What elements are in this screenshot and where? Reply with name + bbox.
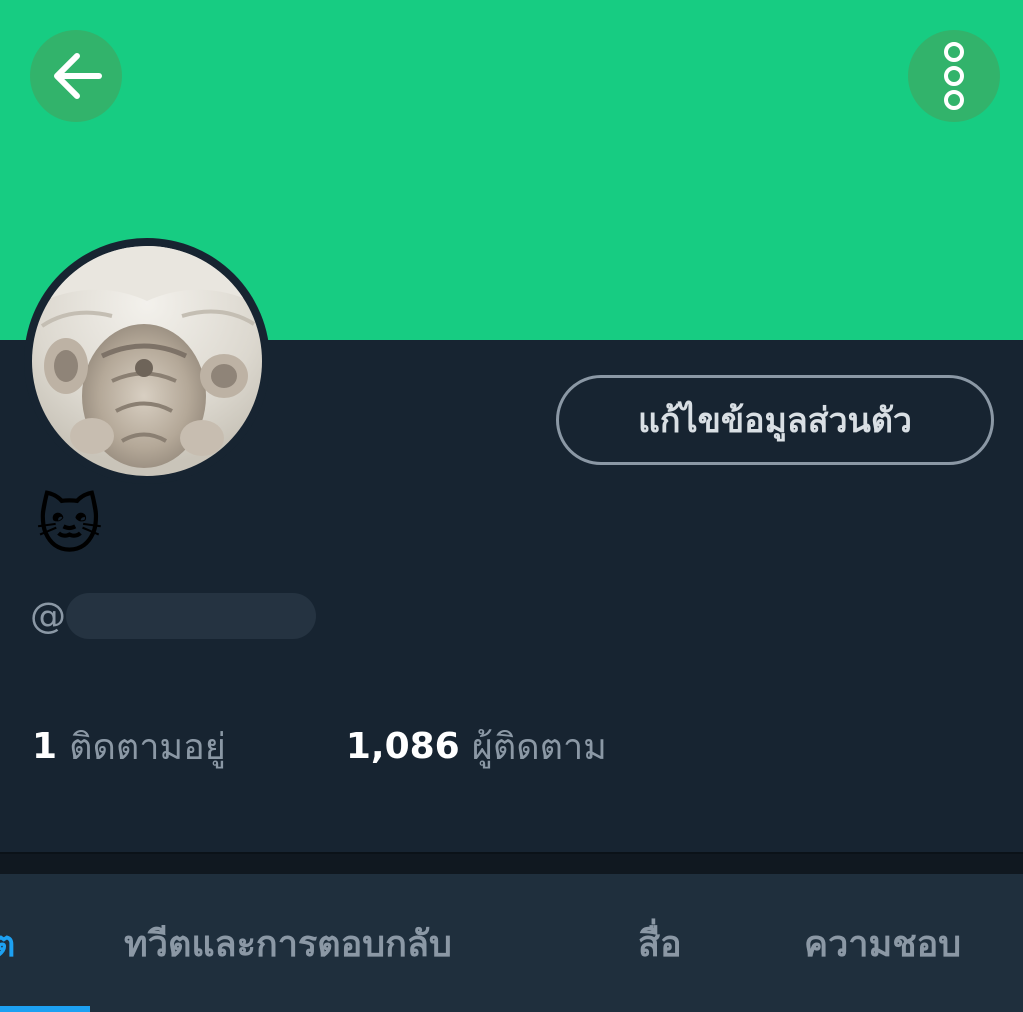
followers-label: ผู้ติดตาม [471, 726, 607, 768]
following-stat[interactable]: 1 ติดตามอยู่ [32, 718, 226, 775]
handle-prefix: @ [30, 595, 66, 637]
section-divider [0, 852, 1023, 876]
edit-profile-label: แก้ไขข้อมูลส่วนตัว [637, 401, 912, 441]
tab-replies-label: ทวีตและการตอบกลับ [124, 923, 452, 965]
handle-redacted [66, 593, 316, 639]
tab-likes[interactable]: ความชอบ [804, 874, 961, 1012]
back-button[interactable] [30, 30, 122, 122]
more-vertical-icon [944, 42, 964, 110]
user-handle: @ [30, 592, 316, 640]
active-tab-indicator [0, 1006, 90, 1012]
edit-profile-button[interactable]: แก้ไขข้อมูลส่วนตัว [556, 375, 994, 465]
followers-count: 1,086 [345, 725, 460, 767]
display-name: 🐱 [36, 489, 103, 563]
tab-media[interactable]: สื่อ [638, 874, 682, 1012]
followers-stat[interactable]: 1,086 ผู้ติดตาม [346, 718, 607, 775]
profile-page: แก้ไขข้อมูลส่วนตัว 🐱 @ 1 ติดตามอยู่ 1,08… [0, 0, 1023, 1012]
cat-photo-avatar [32, 246, 262, 476]
tab-tweets-label: ต [0, 923, 16, 965]
tab-media-label: สื่อ [638, 923, 682, 965]
tab-tweets[interactable]: ต [0, 874, 15, 1012]
follow-stats: 1 ติดตามอยู่ 1,086 ผู้ติดตาม [32, 718, 607, 774]
profile-tabs: ต ทวีตและการตอบกลับ สื่อ ความชอบ [0, 874, 1023, 1012]
tab-likes-label: ความชอบ [804, 923, 962, 965]
following-count: 1 [32, 725, 58, 767]
following-label: ติดตามอยู่ [69, 726, 226, 768]
more-options-button[interactable] [908, 30, 1000, 122]
tab-tweets-and-replies[interactable]: ทวีตและการตอบกลับ [124, 874, 452, 1012]
arrow-left-icon [54, 53, 102, 99]
profile-avatar[interactable] [24, 238, 270, 484]
